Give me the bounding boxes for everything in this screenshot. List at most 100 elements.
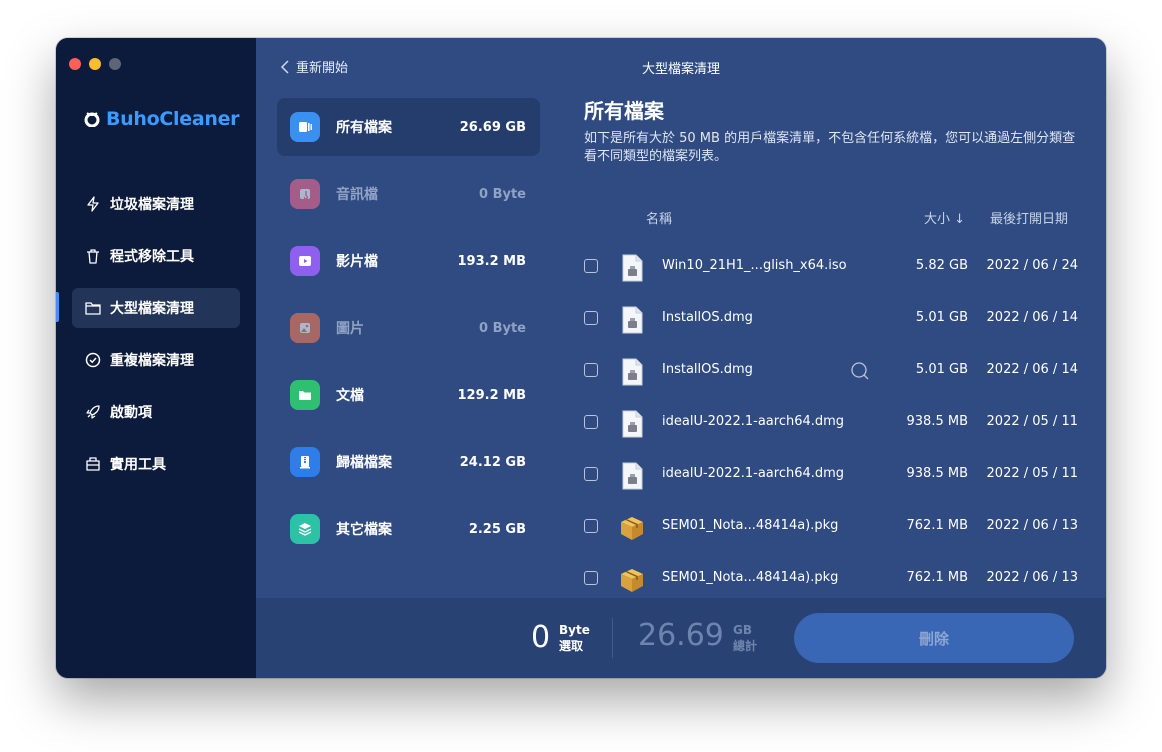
total-size-value: 26.69: [638, 618, 724, 653]
row-checkbox[interactable]: [584, 519, 598, 533]
category-images[interactable]: 圖片 0 Byte: [277, 299, 540, 357]
total-size-unit: GB 總計: [733, 622, 757, 654]
sidebar: BuhoCleaner 垃圾檔案清理 程式移除工具 大型檔案清理 重複檔案清理 …: [56, 38, 256, 678]
category-size: 0 Byte: [479, 186, 526, 202]
disk-image-file-icon: [622, 410, 643, 438]
row-checkbox[interactable]: [584, 571, 598, 585]
archive-icon: [290, 447, 320, 477]
category-label: 所有檔案: [336, 120, 392, 136]
selected-label: 選取: [559, 639, 584, 653]
disk-image-file-icon: [622, 306, 643, 334]
total-unit: GB: [733, 623, 752, 637]
category-documents[interactable]: 文檔 129.2 MB: [277, 366, 540, 424]
table-row[interactable]: SEM01_Nota...48414a).pkg 762.1 MB 2022 /…: [584, 502, 1078, 554]
category-audio[interactable]: 音訊檔 0 Byte: [277, 165, 540, 223]
category-size: 129.2 MB: [457, 387, 527, 403]
category-size: 24.12 GB: [459, 454, 526, 470]
category-size: 193.2 MB: [457, 253, 527, 269]
video-icon: [290, 246, 320, 276]
category-label: 其它檔案: [336, 522, 392, 538]
back-button[interactable]: 重新開始: [280, 57, 348, 76]
sidebar-item-startup-items[interactable]: 啟動項: [72, 392, 240, 432]
bolt-icon: [84, 195, 102, 213]
rocket-icon: [84, 403, 102, 421]
total-label: 總計: [733, 639, 758, 653]
file-size: 762.1 MB: [906, 570, 968, 585]
zoom-window-button[interactable]: [109, 58, 121, 70]
footer-bar: 0 Byte 選取 26.69 GB 總計 刪除: [256, 598, 1106, 678]
sidebar-item-junk-cleaner[interactable]: 垃圾檔案清理: [72, 184, 240, 224]
disk-image-file-icon: [622, 358, 643, 386]
file-name: Win10_21H1_...glish_x64.iso: [662, 258, 847, 273]
category-list: 所有檔案 26.69 GB 音訊檔 0 Byte 影片檔 193.2 MB 圖片…: [277, 98, 540, 567]
disk-image-file-icon: [622, 254, 643, 282]
music-icon: [290, 179, 320, 209]
row-checkbox[interactable]: [584, 415, 598, 429]
table-header: 名稱 大小 ↓ 最後打開日期: [584, 208, 1078, 228]
layers-icon: [290, 514, 320, 544]
app-logo: BuhoCleaner: [84, 108, 240, 130]
file-date: 2022 / 05 / 11: [986, 466, 1078, 481]
active-indicator: [56, 292, 59, 322]
sidebar-item-app-uninstaller[interactable]: 程式移除工具: [72, 236, 240, 276]
category-other-files[interactable]: 其它檔案 2.25 GB: [277, 500, 540, 558]
sidebar-item-label: 啟動項: [110, 405, 152, 421]
check-circle-icon: [84, 351, 102, 369]
column-date-header[interactable]: 最後打開日期: [990, 208, 1068, 227]
sidebar-item-toolkit[interactable]: 實用工具: [72, 444, 240, 484]
file-date: 2022 / 06 / 13: [986, 570, 1078, 585]
image-icon: [290, 313, 320, 343]
file-size: 762.1 MB: [906, 518, 968, 533]
toolbox-icon: [84, 455, 102, 473]
category-size: 2.25 GB: [468, 521, 526, 537]
table-row[interactable]: InstallOS.dmg 5.01 GB 2022 / 06 / 14: [584, 294, 1078, 346]
category-label: 文檔: [336, 388, 364, 404]
sidebar-item-label: 實用工具: [110, 457, 166, 473]
app-name: BuhoCleaner: [106, 108, 240, 130]
file-name: idealU-2022.1-aarch64.dmg: [662, 414, 845, 429]
sidebar-item-duplicate-files[interactable]: 重複檔案清理: [72, 340, 240, 380]
table-row[interactable]: Win10_21H1_...glish_x64.iso 5.82 GB 2022…: [584, 242, 1078, 294]
table-row[interactable]: InstallOS.dmg 5.01 GB 2022 / 06 / 14: [584, 346, 1078, 398]
category-all-files[interactable]: 所有檔案 26.69 GB: [277, 98, 540, 156]
category-video[interactable]: 影片檔 193.2 MB: [277, 232, 540, 290]
sidebar-item-large-files[interactable]: 大型檔案清理: [72, 288, 240, 328]
main-panel: 重新開始 大型檔案清理 所有檔案 26.69 GB 音訊檔 0 Byte 影片檔…: [256, 38, 1106, 678]
category-label: 影片檔: [336, 254, 378, 270]
folder-icon: [84, 299, 102, 317]
close-window-button[interactable]: [69, 58, 81, 70]
selected-unit: Byte: [559, 623, 590, 637]
magnifier-icon[interactable]: [850, 361, 870, 381]
table-row[interactable]: idealU-2022.1-aarch64.dmg 938.5 MB 2022 …: [584, 450, 1078, 502]
file-date: 2022 / 06 / 24: [986, 258, 1078, 273]
sidebar-item-label: 大型檔案清理: [110, 301, 194, 317]
category-size: 26.69 GB: [459, 119, 526, 135]
row-checkbox[interactable]: [584, 363, 598, 377]
row-checkbox[interactable]: [584, 467, 598, 481]
file-date: 2022 / 05 / 11: [986, 414, 1078, 429]
file-list: Win10_21H1_...glish_x64.iso 5.82 GB 2022…: [584, 242, 1078, 596]
sidebar-item-label: 重複檔案清理: [110, 353, 194, 369]
trash-icon: [84, 247, 102, 265]
row-checkbox[interactable]: [584, 259, 598, 273]
sidebar-nav: 垃圾檔案清理 程式移除工具 大型檔案清理 重複檔案清理 啟動項 實用工具: [72, 184, 240, 496]
table-row[interactable]: idealU-2022.1-aarch64.dmg 938.5 MB 2022 …: [584, 398, 1078, 450]
column-size-header[interactable]: 大小 ↓: [924, 208, 965, 227]
delete-button[interactable]: 刪除: [794, 613, 1074, 663]
table-row[interactable]: SEM01_Nota...48414a).pkg 762.1 MB 2022 /…: [584, 554, 1078, 596]
file-size: 5.01 GB: [915, 362, 968, 377]
minimize-window-button[interactable]: [89, 58, 101, 70]
disk-image-file-icon: [622, 462, 643, 490]
file-size: 5.01 GB: [915, 310, 968, 325]
file-size: 5.82 GB: [915, 258, 968, 273]
column-name-header[interactable]: 名稱: [646, 208, 672, 227]
chevron-left-icon: [280, 59, 289, 74]
row-checkbox[interactable]: [584, 311, 598, 325]
package-icon: [621, 517, 643, 540]
content-description: 如下是所有大於 50 MB 的用戶檔案清單，不包含任何系統檔，您可以通過左側分類…: [584, 131, 1076, 164]
file-name: idealU-2022.1-aarch64.dmg: [662, 466, 845, 481]
file-name: InstallOS.dmg: [662, 362, 753, 377]
category-archives[interactable]: 歸檔檔案 24.12 GB: [277, 433, 540, 491]
package-icon: [621, 569, 643, 592]
selected-size-value: 0: [531, 620, 551, 655]
